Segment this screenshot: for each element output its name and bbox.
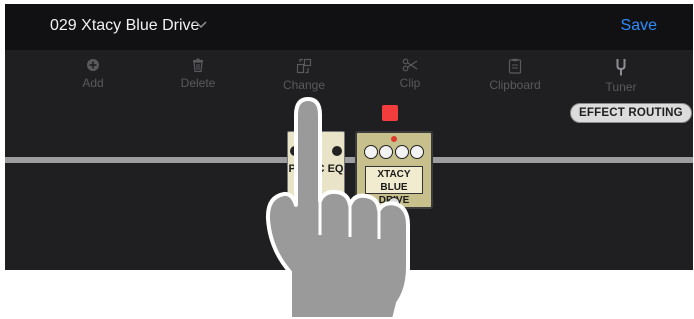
delete-button[interactable]: Delete <box>158 58 238 90</box>
add-label: Add <box>82 76 104 90</box>
top-bar: 029 Xtacy Blue Drive Save <box>5 4 693 50</box>
swap-icon <box>296 58 312 74</box>
clipboard-icon <box>508 58 522 74</box>
trash-icon <box>193 58 203 72</box>
add-button[interactable]: Add <box>53 58 133 90</box>
toolbar: Add Delete Change Clip Clipboard Tuner <box>5 50 693 100</box>
tuning-fork-icon <box>616 59 626 76</box>
delete-label: Delete <box>180 76 216 90</box>
chevron-down-icon[interactable] <box>193 16 209 32</box>
scissors-icon <box>402 58 418 72</box>
preset-name[interactable]: 029 Xtacy Blue Drive <box>50 17 199 35</box>
plus-circle-icon <box>87 59 99 71</box>
clip-button[interactable]: Clip <box>370 58 450 90</box>
clip-label: Clip <box>399 76 421 90</box>
tuner-button[interactable]: Tuner <box>581 58 661 94</box>
change-label: Change <box>282 78 326 92</box>
change-button[interactable]: Change <box>264 58 344 92</box>
pointing-hand-icon <box>265 97 410 319</box>
tuner-label: Tuner <box>605 80 637 94</box>
clipboard-label: Clipboard <box>489 78 541 92</box>
save-button[interactable]: Save <box>621 17 657 35</box>
effect-routing-button[interactable]: EFFECT ROUTING <box>570 103 692 123</box>
clipboard-button[interactable]: Clipboard <box>475 58 555 92</box>
